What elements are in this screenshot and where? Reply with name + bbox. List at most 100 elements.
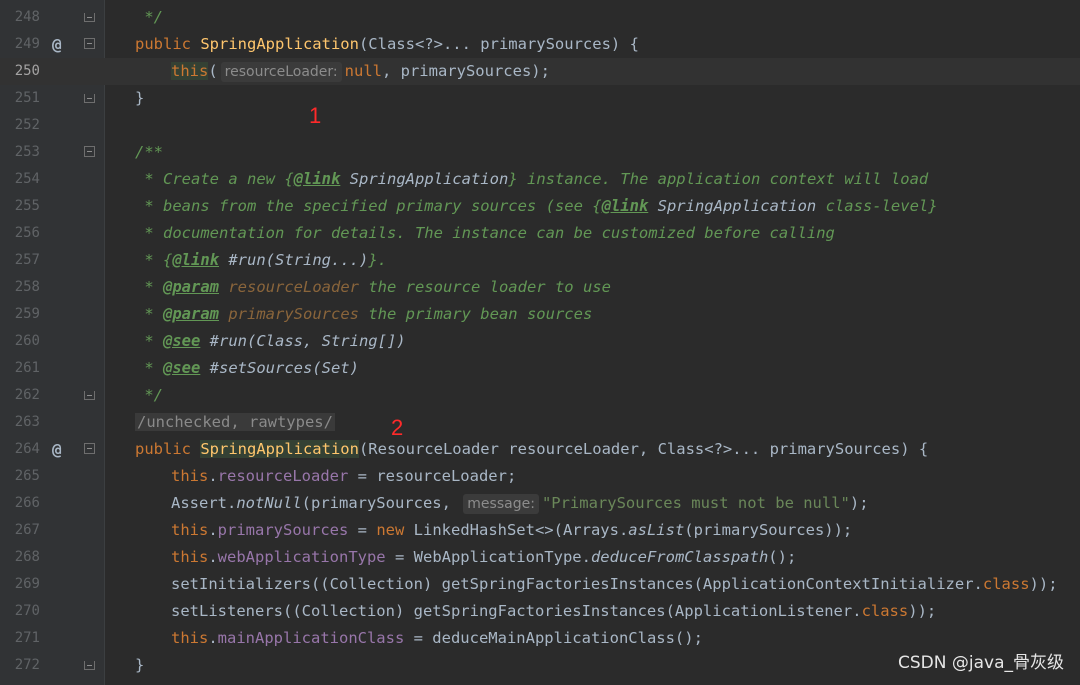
javadoc-tag: @param	[163, 305, 219, 323]
comment-text: *	[135, 305, 163, 323]
token-static-method: notNull	[236, 494, 302, 512]
folded-annotation[interactable]: /unchecked, rawtypes/	[135, 413, 335, 431]
comment-text: * Create a new	[135, 170, 285, 188]
code-line-264[interactable]: 264 @ public SpringApplication(ResourceL…	[0, 436, 1080, 463]
javadoc-reference: SpringApplication	[648, 197, 817, 215]
token-keyword: this	[171, 467, 209, 485]
javadoc-reference: SpringApplication	[340, 170, 509, 188]
code-line-249[interactable]: 249 @ public SpringApplication(Class<?>.…	[0, 31, 1080, 58]
code-line-254[interactable]: 254 * Create a new {@link SpringApplicat…	[0, 166, 1080, 193]
javadoc-param-name: resourceLoader	[219, 278, 359, 296]
line-number: 258	[14, 279, 40, 295]
code-line-270[interactable]: 270 setListeners((Collection) getSpringF…	[0, 598, 1080, 625]
token-end: (primarySources));	[684, 521, 853, 539]
comment-brace: {	[592, 197, 602, 215]
line-text: }	[135, 89, 145, 107]
token-dot: .	[208, 629, 218, 647]
token-string: "PrimarySources must not be null"	[541, 494, 850, 512]
line-number: 250	[14, 63, 40, 79]
annotation-marker-2: 2	[391, 415, 404, 440]
code-line-263[interactable]: 263 /unchecked, rawtypes/	[0, 409, 1080, 436]
annotation-gutter-icon[interactable]: @	[52, 436, 62, 463]
line-number: 251	[14, 90, 40, 106]
fold-start-icon[interactable]	[84, 443, 95, 454]
code-line-251[interactable]: 251 }	[0, 85, 1080, 112]
comment-text: *	[135, 251, 163, 269]
javadoc-param-name: primarySources	[219, 305, 359, 323]
parameter-hint: message:	[463, 494, 539, 514]
code-line-255[interactable]: 255 * beans from the specified primary s…	[0, 193, 1080, 220]
token-field: resourceLoader	[217, 467, 349, 485]
line-text: this.mainApplicationClass = deduceMainAp…	[135, 625, 703, 652]
token-keyword: this	[171, 548, 209, 566]
line-text: */	[135, 386, 163, 404]
code-line-269[interactable]: 269 setInitializers((Collection) getSpri…	[0, 571, 1080, 598]
token-keyword: new	[376, 521, 405, 539]
line-number: 257	[14, 252, 40, 268]
line-number: 248	[14, 9, 40, 25]
token-keyword: public	[135, 440, 201, 458]
token-keyword: public	[135, 35, 201, 53]
token-static-method: asList	[628, 521, 685, 539]
fold-end-icon[interactable]	[84, 13, 95, 22]
code-line-259[interactable]: 259 * @param primarySources the primary …	[0, 301, 1080, 328]
code-editor[interactable]: 248 */ 249 @ public SpringApplication(Cl…	[0, 0, 1080, 685]
code-line-253[interactable]: 253 /**	[0, 139, 1080, 166]
fold-end-icon[interactable]	[84, 391, 95, 400]
line-text: * @see #run(Class, String[])	[135, 328, 405, 355]
code-line-268[interactable]: 268 this.webApplicationType = WebApplica…	[0, 544, 1080, 571]
code-line-258[interactable]: 258 * @param resourceLoader the resource…	[0, 274, 1080, 301]
token-field: primarySources	[217, 521, 349, 539]
code-line-257[interactable]: 257 * {@link #run(String...)}.	[0, 247, 1080, 274]
code-line-250[interactable]: 250 this(resourceLoader: null, primarySou…	[0, 58, 1080, 85]
line-number: 265	[14, 468, 40, 484]
line-text: this(resourceLoader: null, primarySources…	[135, 58, 550, 85]
code-line-267[interactable]: 267 this.primarySources = new LinkedHash…	[0, 517, 1080, 544]
code-line-256[interactable]: 256 * documentation for details. The ins…	[0, 220, 1080, 247]
code-line-262[interactable]: 262 */	[0, 382, 1080, 409]
line-number: 259	[14, 306, 40, 322]
token-assign: = resourceLoader;	[348, 467, 517, 485]
fold-end-icon[interactable]	[84, 94, 95, 103]
line-number: 268	[14, 549, 40, 565]
code-line-260[interactable]: 260 * @see #run(Class, String[])	[0, 328, 1080, 355]
code-line-248[interactable]: 248 */	[0, 4, 1080, 31]
line-number: 264	[14, 441, 40, 457]
line-text: */	[135, 8, 163, 26]
annotation-gutter-icon[interactable]: @	[52, 31, 62, 58]
token-keyword: class	[982, 575, 1030, 593]
line-text: setListeners((Collection) getSpringFacto…	[135, 598, 936, 625]
line-text: * @param resourceLoader the resource loa…	[135, 274, 611, 301]
line-text: * Create a new {@link SpringApplication}…	[135, 166, 928, 193]
comment-brace: }	[508, 170, 518, 188]
javadoc-tag: @link	[601, 197, 649, 215]
line-number: 262	[14, 387, 40, 403]
token-dot: .	[208, 467, 218, 485]
line-number: 271	[14, 630, 40, 646]
fold-end-icon[interactable]	[84, 661, 95, 670]
token-class: = WebApplicationType.	[385, 548, 591, 566]
line-number: 263	[14, 414, 40, 430]
fold-start-icon[interactable]	[84, 38, 95, 49]
comment-text: * beans from the specified primary sourc…	[135, 197, 593, 215]
token-args: (primarySources,	[301, 494, 461, 512]
token-end: );	[849, 494, 869, 512]
line-number: 254	[14, 171, 40, 187]
token-assign: =	[348, 521, 377, 539]
line-number: 269	[14, 576, 40, 592]
comment-text: class-level}	[816, 197, 938, 215]
javadoc-tag: @link	[172, 251, 220, 269]
parameter-hint: resourceLoader:	[220, 62, 342, 82]
token-call: setListeners((Collection) getSpringFacto…	[171, 602, 862, 620]
comment-brace: {	[163, 251, 173, 269]
line-text: /**	[135, 143, 163, 161]
fold-start-icon[interactable]	[84, 146, 95, 157]
code-line-261[interactable]: 261 * @see #setSources(Set)	[0, 355, 1080, 382]
code-line-265[interactable]: 265 this.resourceLoader = resourceLoader…	[0, 463, 1080, 490]
token-class: LinkedHashSet<>(Arrays.	[404, 521, 629, 539]
code-line-252[interactable]: 252	[0, 112, 1080, 139]
line-number: 272	[14, 657, 40, 673]
token-static-method: deduceFromClasspath	[590, 548, 769, 566]
line-text: * beans from the specified primary sourc…	[135, 193, 938, 220]
code-line-266[interactable]: 266 Assert.notNull(primarySources, messa…	[0, 490, 1080, 517]
